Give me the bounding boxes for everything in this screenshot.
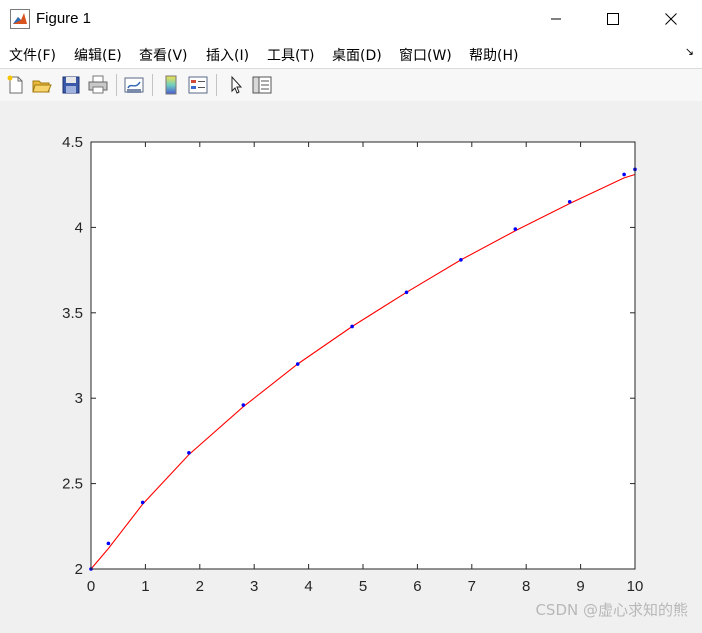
- window-title: Figure 1: [36, 10, 92, 27]
- menu-edit[interactable]: 编辑(E): [74, 45, 122, 65]
- property-inspector-icon[interactable]: [251, 74, 273, 96]
- minimize-button[interactable]: [527, 0, 585, 38]
- toolbar-separator: [116, 74, 117, 96]
- x-tick-label: 5: [359, 578, 367, 595]
- toolbar-separator: [152, 74, 153, 96]
- y-tick-label: 4.5: [62, 134, 83, 151]
- data-point: [404, 290, 409, 295]
- data-point: [459, 258, 463, 262]
- menu-tools[interactable]: 工具(T): [267, 45, 314, 65]
- x-tick-label: 0: [87, 578, 95, 595]
- y-tick-label: 4: [75, 219, 83, 236]
- x-tick-label: 9: [576, 578, 584, 595]
- data-point: [513, 227, 518, 231]
- legend-icon[interactable]: [187, 74, 209, 96]
- x-tick-label: 6: [413, 578, 421, 595]
- link-plot-icon[interactable]: [123, 74, 145, 96]
- menu-bar: 文件(F) 编辑(E) 查看(V) 插入(I) 工具(T) 桌面(D) 窗口(W…: [0, 38, 702, 68]
- data-point: [295, 362, 300, 366]
- toolbar: [0, 68, 702, 102]
- x-tick-label: 2: [196, 578, 204, 595]
- data-point: [140, 500, 145, 505]
- axes-background: [91, 142, 635, 569]
- plot-axes[interactable]: 0 1 2 3 4 5 6 7 8 9 10 2 2.5 3 3.5 4 4.5: [0, 101, 702, 628]
- maximize-icon: [607, 13, 619, 25]
- minimize-icon: [551, 18, 561, 20]
- figure-canvas: 0 1 2 3 4 5 6 7 8 9 10 2 2.5 3 3.5 4 4.5 CSDN @虚心求知的熊: [0, 101, 702, 628]
- new-figure-icon[interactable]: [5, 74, 27, 96]
- data-point: [241, 403, 246, 407]
- x-tick-label: 3: [250, 578, 258, 595]
- maximize-button[interactable]: [584, 0, 642, 38]
- close-button[interactable]: [642, 0, 700, 38]
- data-point: [567, 199, 572, 204]
- colorbar-icon[interactable]: [160, 74, 182, 96]
- data-point: [350, 324, 354, 329]
- matlab-logo-icon: [10, 9, 30, 29]
- close-icon: [665, 13, 677, 25]
- data-point: [106, 541, 111, 546]
- menu-view[interactable]: 查看(V): [139, 45, 188, 65]
- title-bar: Figure 1: [0, 0, 702, 38]
- x-tick-label: 8: [522, 578, 530, 595]
- x-tick-label: 7: [468, 578, 476, 595]
- x-tick-label: 10: [627, 578, 644, 595]
- menu-overflow-arrow-icon[interactable]: ↘: [685, 45, 694, 58]
- open-file-icon[interactable]: [31, 74, 53, 96]
- print-icon[interactable]: [87, 74, 109, 96]
- pointer-icon[interactable]: [225, 74, 247, 96]
- menu-file[interactable]: 文件(F): [9, 45, 56, 65]
- data-point: [622, 172, 626, 177]
- save-icon[interactable]: [60, 74, 82, 96]
- y-tick-label: 3: [75, 390, 83, 407]
- menu-desktop[interactable]: 桌面(D): [332, 45, 382, 65]
- y-tick-label: 3.5: [62, 305, 83, 322]
- x-tick-label: 4: [304, 578, 312, 595]
- y-tick-label: 2.5: [62, 476, 83, 493]
- x-tick-label: 1: [141, 578, 149, 595]
- y-tick-label: 2: [75, 561, 83, 578]
- menu-window[interactable]: 窗口(W): [399, 45, 452, 65]
- toolbar-separator: [216, 74, 217, 96]
- watermark-text: CSDN @虚心求知的熊: [535, 601, 688, 619]
- menu-insert[interactable]: 插入(I): [206, 45, 249, 65]
- data-point: [187, 451, 191, 455]
- menu-help[interactable]: 帮助(H): [469, 45, 518, 65]
